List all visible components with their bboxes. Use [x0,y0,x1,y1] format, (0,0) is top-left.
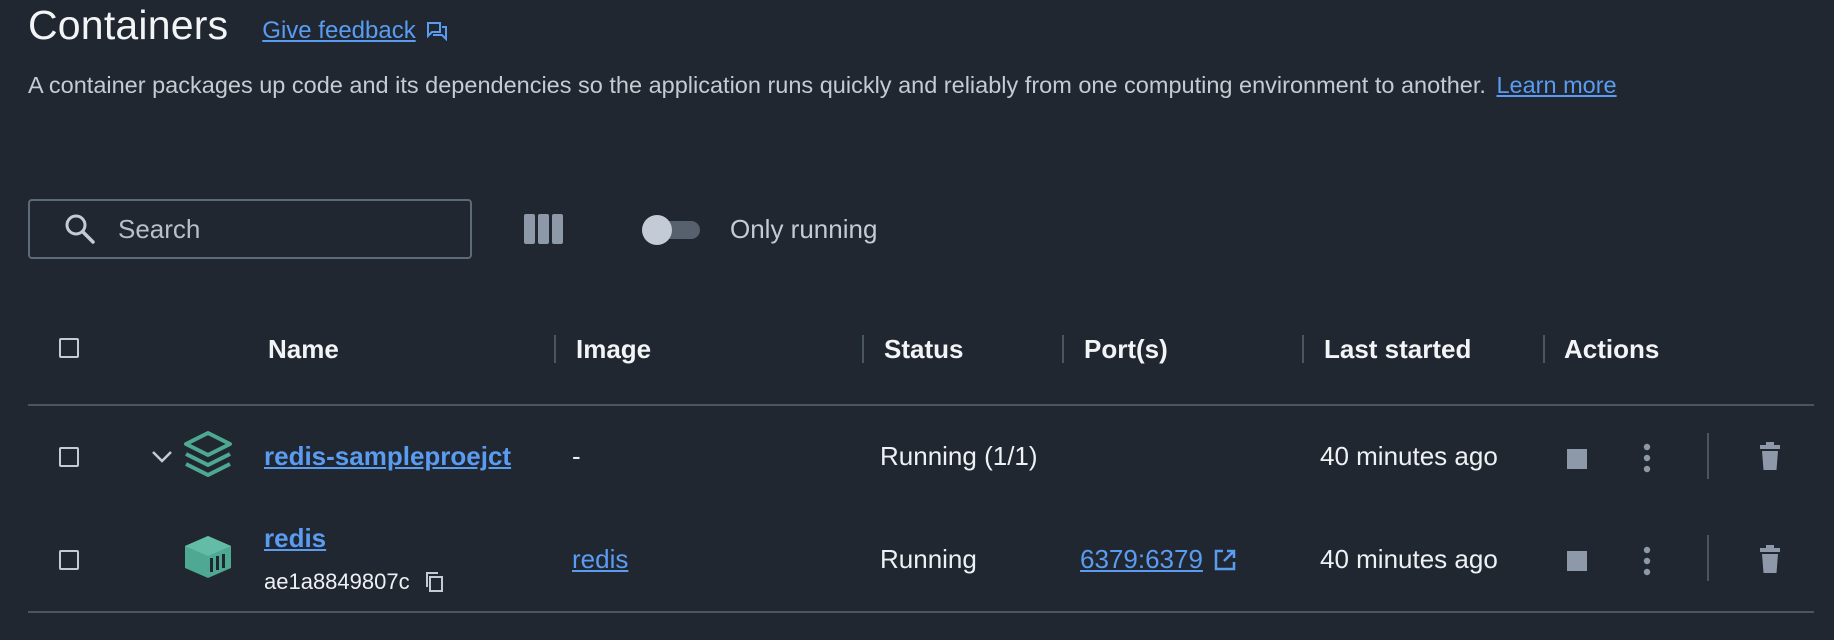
column-resizer[interactable] [862,335,864,363]
header: Containers Give feedback [28,2,448,49]
row-checkbox[interactable] [59,447,79,467]
container-id: ae1a8849807c [264,569,444,595]
row-checkbox[interactable] [59,550,79,570]
toggle-knob [642,215,672,245]
column-header-last-started[interactable]: Last started [1324,334,1471,365]
feedback-icon [426,21,447,41]
container-icon [183,534,233,580]
column-header-image[interactable]: Image [576,334,651,365]
table-bottom-divider [28,611,1814,613]
port-link[interactable]: 6379:6379 [1080,544,1237,575]
actions-divider [1707,433,1709,479]
only-running-label: Only running [730,214,878,244]
stop-icon[interactable] [1567,449,1587,469]
image-cell: - [572,441,581,471]
give-feedback-label: Give feedback [262,16,416,44]
learn-more-link[interactable]: Learn more [1496,72,1616,98]
container-name-link[interactable]: redis [264,523,326,554]
last-started-cell: 40 minutes ago [1320,441,1498,471]
column-resizer[interactable] [1302,335,1304,363]
search-icon [64,213,96,245]
header-divider [28,404,1814,406]
column-resizer[interactable] [1543,335,1545,363]
container-id-text: ae1a8849807c [264,569,410,594]
column-header-status[interactable]: Status [884,334,963,365]
only-running-toggle[interactable] [642,215,702,245]
more-options-icon[interactable] [1642,546,1652,576]
description-text: A container packages up code and its dep… [28,72,1486,98]
last-started-cell: 40 minutes ago [1320,544,1498,574]
column-header-ports[interactable]: Port(s) [1084,334,1168,365]
trash-icon[interactable] [1760,442,1780,470]
column-header-actions: Actions [1564,334,1660,364]
more-options-icon[interactable] [1642,443,1652,473]
select-all-checkbox[interactable] [59,338,79,358]
column-resizer[interactable] [1062,335,1064,363]
status-cell: Running (1/1) [880,441,1038,471]
compose-project-name-link[interactable]: redis-sampleproejct [264,441,511,472]
compose-stack-icon [183,431,233,477]
column-resizer[interactable] [554,335,556,363]
page-description: A container packages up code and its dep… [28,72,1617,99]
copy-icon[interactable] [424,571,444,593]
external-link-icon [1213,548,1237,572]
search-box[interactable] [28,199,472,259]
actions-divider [1707,535,1709,581]
columns-icon[interactable] [524,214,564,244]
stop-icon[interactable] [1567,551,1587,571]
search-input[interactable] [116,212,420,246]
port-mapping: 6379:6379 [1080,544,1203,574]
trash-icon[interactable] [1760,545,1780,573]
chevron-down-icon[interactable] [151,450,173,464]
page-title: Containers [28,2,229,48]
status-cell: Running [880,544,977,574]
containers-page: Containers Give feedback A container pac… [0,0,1834,640]
image-link[interactable]: redis [572,544,628,575]
column-header-name[interactable]: Name [268,334,339,365]
give-feedback-link[interactable]: Give feedback [262,17,447,45]
